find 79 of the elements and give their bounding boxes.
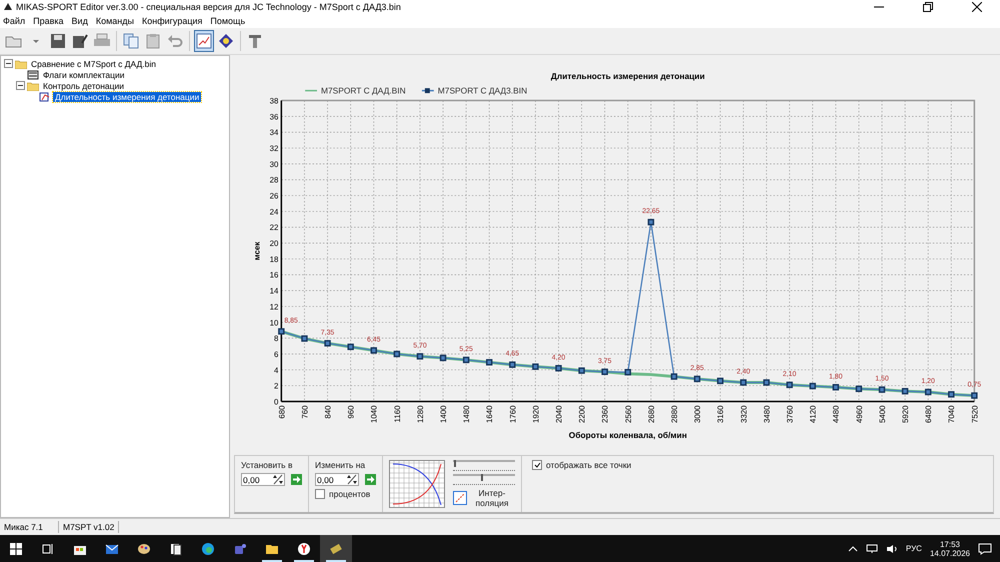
x-axis-title: Обороты коленвала, об/мин bbox=[568, 430, 687, 440]
x-tick-label: 1040 bbox=[370, 405, 379, 424]
x-tick-label: 2560 bbox=[624, 405, 633, 424]
value-field[interactable]: 0,00 bbox=[241, 473, 285, 486]
x-tick-label: 5400 bbox=[878, 405, 887, 424]
y-tick-label: 20 bbox=[270, 239, 278, 248]
x-tick-label: 1640 bbox=[485, 405, 494, 424]
status-text: Микас 7.1 bbox=[0, 521, 59, 533]
tree-item[interactable]: Контроль детонации bbox=[41, 80, 126, 90]
y-tick-label: 16 bbox=[270, 270, 278, 280]
menu-item[interactable]: Помощь bbox=[210, 16, 246, 26]
x-tick-label: 4120 bbox=[808, 405, 818, 424]
y-tick-label: 12 bbox=[270, 302, 278, 312]
y-tick-label: 10 bbox=[270, 318, 278, 328]
status-text: M7SPT v1.02 bbox=[59, 521, 120, 533]
x-tick-label: 1400 bbox=[439, 405, 448, 424]
x-tick-label: 1760 bbox=[508, 405, 518, 424]
menu-item[interactable]: Команды bbox=[96, 16, 134, 26]
x-tick-label: 7040 bbox=[947, 405, 956, 424]
y-tick-label: 28 bbox=[270, 176, 278, 185]
menu-item[interactable]: Конфигурация bbox=[142, 16, 202, 26]
y-tick-label: 4 bbox=[274, 366, 278, 375]
y-tick-label: 24 bbox=[270, 207, 278, 216]
y-tick-label: 8 bbox=[274, 334, 278, 344]
x-tick-label: 5920 bbox=[901, 405, 910, 424]
window-title: MIKAS-SPORT Editor ver.3.00 - специальная версия для JC Technology - M7Sport с ДАД3.bin bbox=[16, 2, 402, 12]
x-tick-label: 960 bbox=[346, 405, 356, 419]
x-tick-label: 4960 bbox=[854, 405, 864, 424]
clock-date: 14.07.2026 bbox=[930, 548, 970, 558]
change-label: Изменить на bbox=[315, 460, 366, 470]
interpolation-button[interactable]: Интер-поляция bbox=[453, 488, 515, 508]
x-tick-label: 680 bbox=[277, 405, 286, 419]
y-tick-label: 14 bbox=[270, 286, 278, 296]
x-tick-label: 1480 bbox=[462, 405, 472, 424]
legend-label: M7SPORT С ДАД3.BIN bbox=[438, 86, 528, 96]
menu-item[interactable]: Файл bbox=[3, 16, 26, 26]
x-tick-label: 7520 bbox=[970, 405, 980, 424]
x-tick-label: 6480 bbox=[924, 405, 934, 424]
x-tick-label: 2040 bbox=[554, 405, 564, 424]
y-axis-title: мсек bbox=[252, 242, 262, 260]
x-tick-label: 2200 bbox=[578, 405, 587, 424]
x-tick-label: 2880 bbox=[670, 405, 680, 424]
set-label: Установить в bbox=[241, 460, 294, 470]
x-tick-label: 3000 bbox=[693, 405, 702, 424]
x-tick-label: 1920 bbox=[531, 405, 540, 424]
x-tick-label: 760 bbox=[300, 405, 310, 419]
y-tick-label: 6 bbox=[274, 350, 278, 359]
x-tick-label: 1160 bbox=[392, 405, 402, 422]
y-tick-label: 18 bbox=[270, 254, 278, 264]
y-tick-label: 30 bbox=[270, 160, 278, 169]
y-tick-label: 2 bbox=[274, 382, 278, 391]
y-tick-label: 22 bbox=[270, 223, 278, 232]
x-tick-label: 4480 bbox=[832, 405, 841, 424]
checkbox-label: процентов bbox=[329, 489, 370, 499]
legend-label: M7SPORT С ДАД.BIN bbox=[320, 86, 406, 96]
x-tick-label: 2680 bbox=[646, 405, 656, 424]
value-field[interactable]: 0,00 bbox=[315, 473, 359, 486]
x-tick-label: 3480 bbox=[762, 405, 772, 424]
y-tick-label: 34 bbox=[270, 128, 278, 138]
x-tick-label: 2360 bbox=[600, 405, 610, 424]
x-tick-label: 840 bbox=[324, 405, 333, 419]
menu-item[interactable]: Правка bbox=[33, 16, 64, 26]
language-indicator[interactable]: РУС bbox=[906, 544, 922, 553]
tree-item[interactable]: Флаги комплектации bbox=[41, 70, 126, 80]
y-tick-label: 0 bbox=[274, 397, 278, 406]
x-tick-label: 3320 bbox=[739, 405, 748, 424]
clock-time: 17:53 bbox=[940, 540, 960, 548]
x-tick-label: 3160 bbox=[716, 405, 726, 424]
y-tick-label: 32 bbox=[270, 144, 278, 154]
y-tick-label: 38 bbox=[270, 96, 278, 106]
y-tick-label: 26 bbox=[270, 192, 278, 201]
tree-item[interactable]: Длительность измерения детонации bbox=[53, 92, 202, 102]
menu-item[interactable]: Вид bbox=[72, 16, 88, 26]
tree-item[interactable]: Сравнение с M7Sport с ДАД.bin bbox=[29, 58, 158, 68]
y-tick-label: 36 bbox=[270, 112, 278, 122]
checkbox-label: отображать все точки bbox=[546, 460, 632, 470]
x-tick-label: 3760 bbox=[786, 405, 795, 424]
x-tick-label: 1280 bbox=[416, 405, 425, 424]
chart-title: Длительность измерения детонации bbox=[550, 70, 705, 81]
